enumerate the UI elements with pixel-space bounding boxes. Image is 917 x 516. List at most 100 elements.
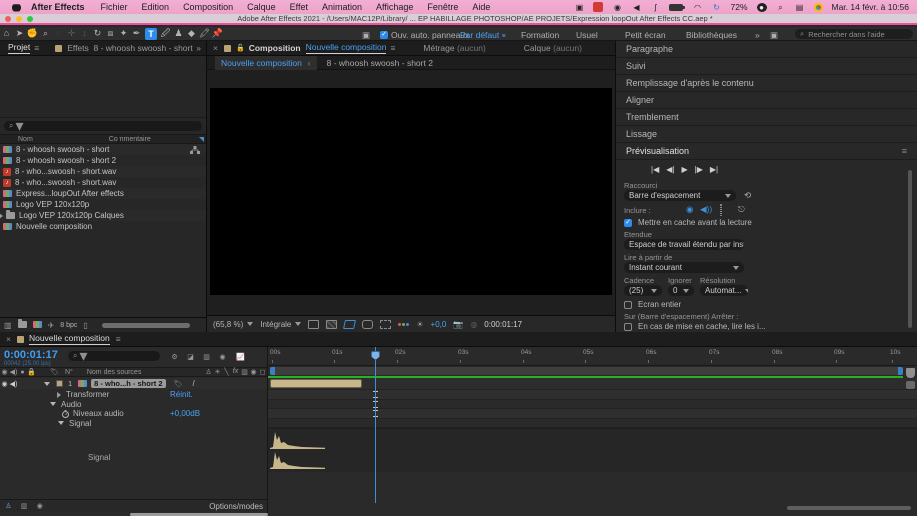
- transform-label[interactable]: Transformer: [66, 390, 109, 399]
- panel-button-icon[interactable]: ▣: [362, 30, 370, 41]
- interpret-footage-icon[interactable]: ▥: [4, 321, 12, 330]
- work-area-start-handle[interactable]: [270, 367, 275, 375]
- section-lissage[interactable]: Lissage: [616, 126, 917, 143]
- motion-blur-toggle-icon[interactable]: ◉: [35, 502, 44, 510]
- 3d-column-icon[interactable]: ◻: [258, 368, 267, 376]
- project-overflow-chevron[interactable]: »: [196, 43, 201, 53]
- new-folder-icon[interactable]: [18, 321, 27, 330]
- tab-metrage[interactable]: Métrage (aucun): [423, 43, 485, 53]
- frame-blending-icon[interactable]: ▥: [202, 353, 211, 361]
- close-panel-icon[interactable]: ×: [6, 334, 11, 344]
- region-of-interest-icon[interactable]: [343, 320, 356, 329]
- motion-blur-icon[interactable]: ◉: [218, 353, 227, 361]
- previous-frame-button[interactable]: ◀|: [666, 165, 674, 174]
- auto-open-panels-checkbox[interactable]: ✓ Ouv. auto. panneaux: [380, 30, 469, 40]
- panel-menu-icon[interactable]: ≡: [116, 334, 121, 344]
- close-panel-icon[interactable]: ×: [213, 43, 218, 53]
- motion-blur-column-icon[interactable]: ◉: [249, 368, 258, 376]
- project-item[interactable]: Nouvelle composition: [0, 221, 206, 232]
- video-column-icon[interactable]: ◉: [0, 368, 9, 376]
- time-ruler[interactable]: 00s 01s 02s 03s 04s 05s 06s 07s 08s 09s …: [268, 347, 917, 366]
- menu-aide[interactable]: Aide: [472, 2, 490, 12]
- range-dropdown[interactable]: Espace de travail étendu par inst...: [624, 239, 744, 250]
- exposure-gear-icon[interactable]: ☀: [416, 320, 423, 329]
- comp-marker-bin-icon[interactable]: [906, 368, 915, 378]
- pan-behind-tool-icon[interactable]: ⧈: [104, 27, 117, 40]
- hand-tool-icon[interactable]: ✊: [26, 27, 39, 40]
- work-area-end-handle[interactable]: [898, 367, 903, 375]
- audio-column-icon[interactable]: ◀): [9, 368, 18, 376]
- tab-effets[interactable]: Effets 8 - whoosh swoosh - short: [67, 43, 193, 53]
- viewer-subtab-other[interactable]: 8 - whoosh swoosh - short 2: [327, 58, 433, 68]
- audio-group-row[interactable]: Audio: [0, 400, 267, 410]
- pan-camera-tool-icon[interactable]: ✛: [65, 27, 78, 40]
- resolution-dropdown[interactable]: Intégrale: [260, 320, 301, 329]
- workspace-petit-ecran[interactable]: Petit écran: [625, 30, 666, 40]
- pen-tool-icon[interactable]: ✒: [130, 27, 143, 40]
- new-composition-icon[interactable]: [33, 321, 42, 330]
- project-item[interactable]: ♪ 8 - who...swoosh - short.wav: [0, 166, 206, 177]
- menu-app[interactable]: After Effects: [31, 2, 85, 12]
- next-frame-button[interactable]: |▶: [695, 165, 703, 174]
- graph-editor-icon[interactable]: 📈: [236, 353, 245, 361]
- resolution-preview-dropdown[interactable]: Automat...: [700, 285, 748, 296]
- menu-edition[interactable]: Edition: [142, 2, 170, 12]
- panel-menu-icon[interactable]: ≡: [390, 43, 395, 53]
- column-nom[interactable]: Nom: [18, 136, 33, 143]
- layer-parent-pickwhip-icon[interactable]: 🏷: [174, 380, 183, 388]
- project-item[interactable]: ♪ 8 - who...swoosh - short.wav: [0, 177, 206, 188]
- expand-arrow-icon[interactable]: [57, 392, 61, 398]
- menu-calque[interactable]: Calque: [247, 2, 276, 12]
- reset-shortcut-icon[interactable]: ⟲: [744, 190, 751, 201]
- workspace-formation[interactable]: Formation: [521, 30, 559, 40]
- menubar-clock[interactable]: Mar. 14 févr. à 10:56: [832, 2, 910, 12]
- spotlight-search-icon[interactable]: ⌕: [776, 3, 786, 12]
- close-window-button[interactable]: [5, 16, 11, 22]
- channel-icon[interactable]: [398, 323, 409, 326]
- apple-menu-icon[interactable]: [12, 3, 21, 12]
- quality-column-icon[interactable]: ╲: [222, 368, 231, 376]
- project-item[interactable]: 8 - whoosh swoosh - short: [0, 144, 206, 155]
- fx-column-icon[interactable]: fx: [231, 368, 240, 376]
- help-search-input[interactable]: ⌕ Rechercher dans l'aide: [795, 29, 913, 39]
- battery-icon[interactable]: [669, 4, 683, 11]
- displays-icon[interactable]: ▤: [795, 3, 805, 12]
- section-aligner[interactable]: Aligner: [616, 92, 917, 109]
- shortcut-dropdown[interactable]: Barre d'espacement: [624, 190, 736, 201]
- include-overlays-icon[interactable]: [720, 204, 722, 216]
- home-tool-icon[interactable]: ⌂: [0, 27, 13, 40]
- sync-icon[interactable]: ↻: [711, 3, 721, 12]
- rotate-tool-icon[interactable]: ↻: [91, 27, 104, 40]
- eraser-tool-icon[interactable]: ◆: [185, 27, 198, 40]
- fullscreen-checkbox[interactable]: Ecran entier: [624, 300, 681, 309]
- work-area-bar[interactable]: [270, 367, 903, 375]
- layer-row[interactable]: ◉ ◀) 1 8 - who...h - short 2 🏷 /: [0, 378, 267, 389]
- collapse-arrow-icon[interactable]: [50, 402, 56, 406]
- audio-levels-row[interactable]: Niveaux audio +0,00dB: [0, 409, 267, 419]
- project-item-folder[interactable]: Logo VEP 120x120p Calques: [0, 210, 206, 221]
- expand-arrow-icon[interactable]: [0, 213, 3, 219]
- menu-animation[interactable]: Animation: [322, 2, 362, 12]
- section-tremblement[interactable]: Tremblement: [616, 109, 917, 126]
- screen-record-icon[interactable]: ▣: [574, 3, 584, 12]
- layer-audio-speaker-icon[interactable]: ◀): [9, 380, 18, 388]
- back-chevron-icon[interactable]: ‹: [308, 58, 311, 68]
- project-search-input[interactable]: ⌕▾: [4, 121, 202, 131]
- layer-expand-arrow[interactable]: [44, 382, 50, 386]
- cadence-dropdown[interactable]: (25): [624, 285, 662, 296]
- include-video-eye-icon[interactable]: ◉: [686, 204, 693, 215]
- include-audio-speaker-icon[interactable]: ◀)): [700, 204, 712, 215]
- first-frame-button[interactable]: |◀: [651, 165, 659, 174]
- timeline-tab-name[interactable]: Nouvelle composition: [29, 333, 110, 345]
- wifi-icon[interactable]: ◠: [692, 3, 702, 12]
- audio-levels-label[interactable]: Niveaux audio: [73, 409, 124, 418]
- timeline-right-horizontal-scrollbar[interactable]: [787, 506, 911, 510]
- frame-blend-column-icon[interactable]: ▥: [240, 368, 249, 376]
- shy-column-icon[interactable]: ♙: [204, 368, 213, 376]
- layer-name[interactable]: 8 - who...h - short 2: [91, 379, 165, 388]
- transform-property-row[interactable]: Transformer Réinit.: [0, 390, 267, 400]
- project-horizontal-scrollbar[interactable]: [102, 323, 190, 328]
- tab-composition-label[interactable]: Composition: [249, 43, 301, 53]
- audio-levels-value[interactable]: +0,00dB: [170, 409, 200, 418]
- cache-play-checkbox[interactable]: En cas de mise en cache, lire les i...: [624, 322, 766, 331]
